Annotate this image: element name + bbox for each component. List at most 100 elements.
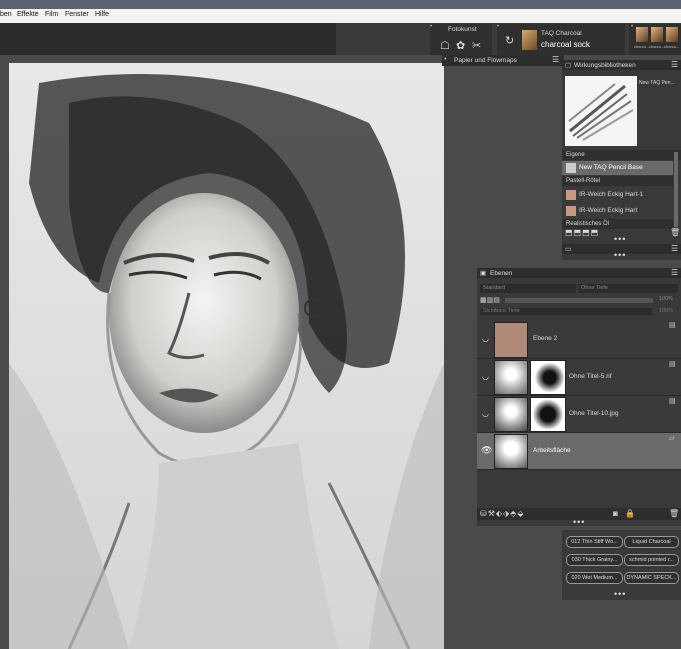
layer-row-selected[interactable]: 👁 Arbeitsfläche ▱ bbox=[477, 433, 681, 470]
charcoal-portrait-illustration bbox=[9, 63, 444, 649]
pencil-thumb-icon bbox=[566, 163, 576, 173]
effect-item-label: IR-Weich Eckig Hart-1 bbox=[579, 191, 644, 198]
brush-button[interactable]: schmid pointed r... bbox=[624, 554, 679, 566]
layer-name: Ohne Titel-10.jpg bbox=[569, 410, 619, 417]
layer-thumb-color bbox=[494, 322, 528, 358]
panel-box-icon: ▢ bbox=[565, 62, 572, 69]
paper-panel-header[interactable]: • Papier und Flowmaps ☰ bbox=[442, 55, 564, 66]
opacity-slider[interactable] bbox=[505, 298, 653, 303]
new-mask-icon[interactable]: ◙ bbox=[613, 509, 618, 518]
effect-preview-thumb bbox=[565, 76, 637, 146]
more-dots-icon[interactable]: ••• bbox=[573, 517, 585, 527]
menu-effekte[interactable]: Effekte bbox=[17, 11, 39, 18]
layers-panel-header[interactable]: ▣ Ebenen ☰ bbox=[477, 268, 681, 278]
layer-name: Arbeitsfläche bbox=[533, 447, 571, 454]
tray-dot: • bbox=[631, 24, 634, 30]
trash-icon[interactable]: 🗑 bbox=[669, 509, 679, 518]
pencil-strokes-preview bbox=[568, 83, 634, 141]
layer-row[interactable]: ◡ Ohne Titel-10.jpg ▤ bbox=[477, 396, 681, 433]
recent-brush-label-2: charco... bbox=[649, 44, 665, 49]
recent-brush-label-1: charco... bbox=[634, 44, 650, 49]
layer-row[interactable]: ◡ Ebene 2 ▤ bbox=[477, 320, 681, 359]
visible-depth-field[interactable]: Sichtbare Tiefe bbox=[480, 308, 652, 315]
lock-icon[interactable]: 🔒 bbox=[625, 509, 635, 518]
effects-panel-header[interactable]: ▢ Wirkungsbibliotheken ☰ bbox=[562, 60, 681, 70]
fotokunst-icon-3[interactable]: ✂ bbox=[472, 39, 481, 52]
recent-brush-label-3: charco... bbox=[664, 44, 680, 49]
layer-tools-icons[interactable]: ⛁⚒⬖⬗⬘⬙ bbox=[480, 509, 524, 518]
trash-icon[interactable]: 🗑 bbox=[670, 228, 680, 237]
group-eigene-label: Eigene bbox=[566, 152, 585, 158]
pastel-thumb-icon bbox=[566, 206, 576, 216]
layer-type-icon: ▤ bbox=[669, 361, 676, 368]
recent-brush-thumb-3[interactable] bbox=[666, 27, 678, 42]
layer-lock-icons[interactable]: ▦▥▤ bbox=[480, 296, 500, 304]
fotokunst-icon-2[interactable]: ✿ bbox=[456, 39, 465, 52]
drawing-canvas[interactable] bbox=[9, 63, 444, 649]
pastel-thumb-icon bbox=[566, 190, 576, 200]
visibility-toggle-icon[interactable]: ◡ bbox=[482, 372, 489, 381]
brush-variant-label: charcoal sock bbox=[541, 40, 590, 49]
brush-category-icon bbox=[522, 30, 537, 50]
effect-item-ir-2[interactable]: IR-Weich Eckig Hart bbox=[562, 203, 673, 218]
more-dots-icon[interactable]: ••• bbox=[614, 250, 626, 260]
toolbar-left-area bbox=[0, 23, 336, 55]
depth-select[interactable]: Ohne Tiefe bbox=[578, 284, 678, 293]
layer-name: Ebene 2 bbox=[533, 335, 558, 342]
effects-panel-title: Wirkungsbibliotheken bbox=[574, 62, 636, 69]
effect-item-label: IR-Weich Eckig Hart bbox=[579, 207, 638, 214]
eye-icon[interactable]: 👁 bbox=[481, 445, 492, 456]
brush-button[interactable]: 012 Thin Stiff Wo... bbox=[566, 536, 623, 548]
brush-button[interactable]: 030 Thick Grainy... bbox=[566, 554, 623, 566]
effect-item-ir-1[interactable]: IR-Weich Eckig Hart-1 bbox=[562, 187, 673, 202]
brush-button[interactable]: 020 Wet Medium... bbox=[566, 572, 623, 584]
layer-thumb-canvas bbox=[494, 434, 528, 469]
effect-action-icons[interactable]: ⬒⬒⬒⬒ bbox=[565, 228, 599, 237]
composite-select[interactable]: Standard bbox=[480, 284, 576, 293]
panel-menu-icon[interactable]: ☰ bbox=[671, 60, 678, 69]
visibility-toggle-icon[interactable]: ◡ bbox=[482, 334, 489, 343]
tray-dot: • bbox=[497, 24, 500, 30]
composite-value: Standard bbox=[483, 285, 506, 291]
tray-dot: • bbox=[444, 56, 447, 63]
recent-brushes-strip: • charco... charco... charco... bbox=[629, 24, 681, 55]
panel-menu-icon[interactable]: ☰ bbox=[552, 55, 559, 64]
menu-film[interactable]: Film bbox=[45, 11, 58, 18]
opacity-value: 100% bbox=[659, 296, 674, 302]
brush-selector[interactable]: • ↻ TAQ Charcoal charcoal sock bbox=[497, 24, 625, 55]
brush-button[interactable]: DYNAMIC SPECK... bbox=[624, 572, 679, 584]
panel-menu-icon[interactable]: ☰ bbox=[671, 268, 678, 277]
effects-library-panel: ▢ Wirkungsbibliotheken ☰ New TAQ Pen... … bbox=[562, 60, 681, 260]
layers-panel: ▣ Ebenen ☰ Standard Ohne Tiefe ▦▥▤ 100% … bbox=[477, 268, 681, 527]
layer-row[interactable]: ◡ Ohne Titel-5.rif ▤ bbox=[477, 359, 681, 396]
more-dots-icon[interactable]: ••• bbox=[614, 234, 626, 244]
fotokunst-icon-1[interactable]: ☖ bbox=[440, 39, 450, 52]
menu-hilfe[interactable]: Hilfe bbox=[95, 11, 109, 18]
layer-thumb-image bbox=[494, 360, 528, 395]
layer-type-icon: ▤ bbox=[669, 322, 676, 329]
fotokunst-tray: • Fotokunst ☖ ✿ ✂ bbox=[430, 24, 492, 55]
menu-fenster[interactable]: Fenster bbox=[65, 11, 89, 18]
layer-type-icon: ▱ bbox=[669, 435, 675, 442]
recent-brush-thumb-2[interactable] bbox=[651, 27, 663, 42]
effect-item-new-taq[interactable]: New TAQ Pencil Base bbox=[562, 161, 673, 175]
brush-button[interactable]: Liquid Charcoal bbox=[624, 536, 679, 548]
group-pastell-label: Pastell-Rötel bbox=[566, 178, 601, 184]
depth-value: Ohne Tiefe bbox=[581, 285, 608, 291]
effects-scrollbar[interactable] bbox=[674, 152, 678, 227]
brush-quick-panel: 012 Thin Stiff Wo... Liquid Charcoal 030… bbox=[562, 530, 681, 600]
window-titlebar bbox=[0, 0, 681, 9]
recent-brush-thumb-1[interactable] bbox=[636, 27, 648, 42]
folder-icon[interactable]: ▭ bbox=[565, 245, 572, 253]
reset-brush-icon[interactable]: ↻ bbox=[505, 34, 514, 47]
menu-partial[interactable]: ben bbox=[0, 11, 12, 18]
visibility-toggle-icon[interactable]: ◡ bbox=[482, 409, 489, 418]
layers-icon: ▣ bbox=[480, 270, 487, 277]
panel-menu-icon[interactable]: ☰ bbox=[671, 244, 678, 253]
group-pastell[interactable]: Pastell-Rötel bbox=[562, 176, 673, 186]
group-eigene[interactable]: Eigene bbox=[562, 150, 681, 160]
layer-mask-thumb bbox=[530, 397, 566, 432]
more-dots-icon[interactable]: ••• bbox=[614, 589, 626, 599]
layer-thumb-image bbox=[494, 397, 528, 432]
fotokunst-label: Fotokunst bbox=[448, 26, 477, 33]
